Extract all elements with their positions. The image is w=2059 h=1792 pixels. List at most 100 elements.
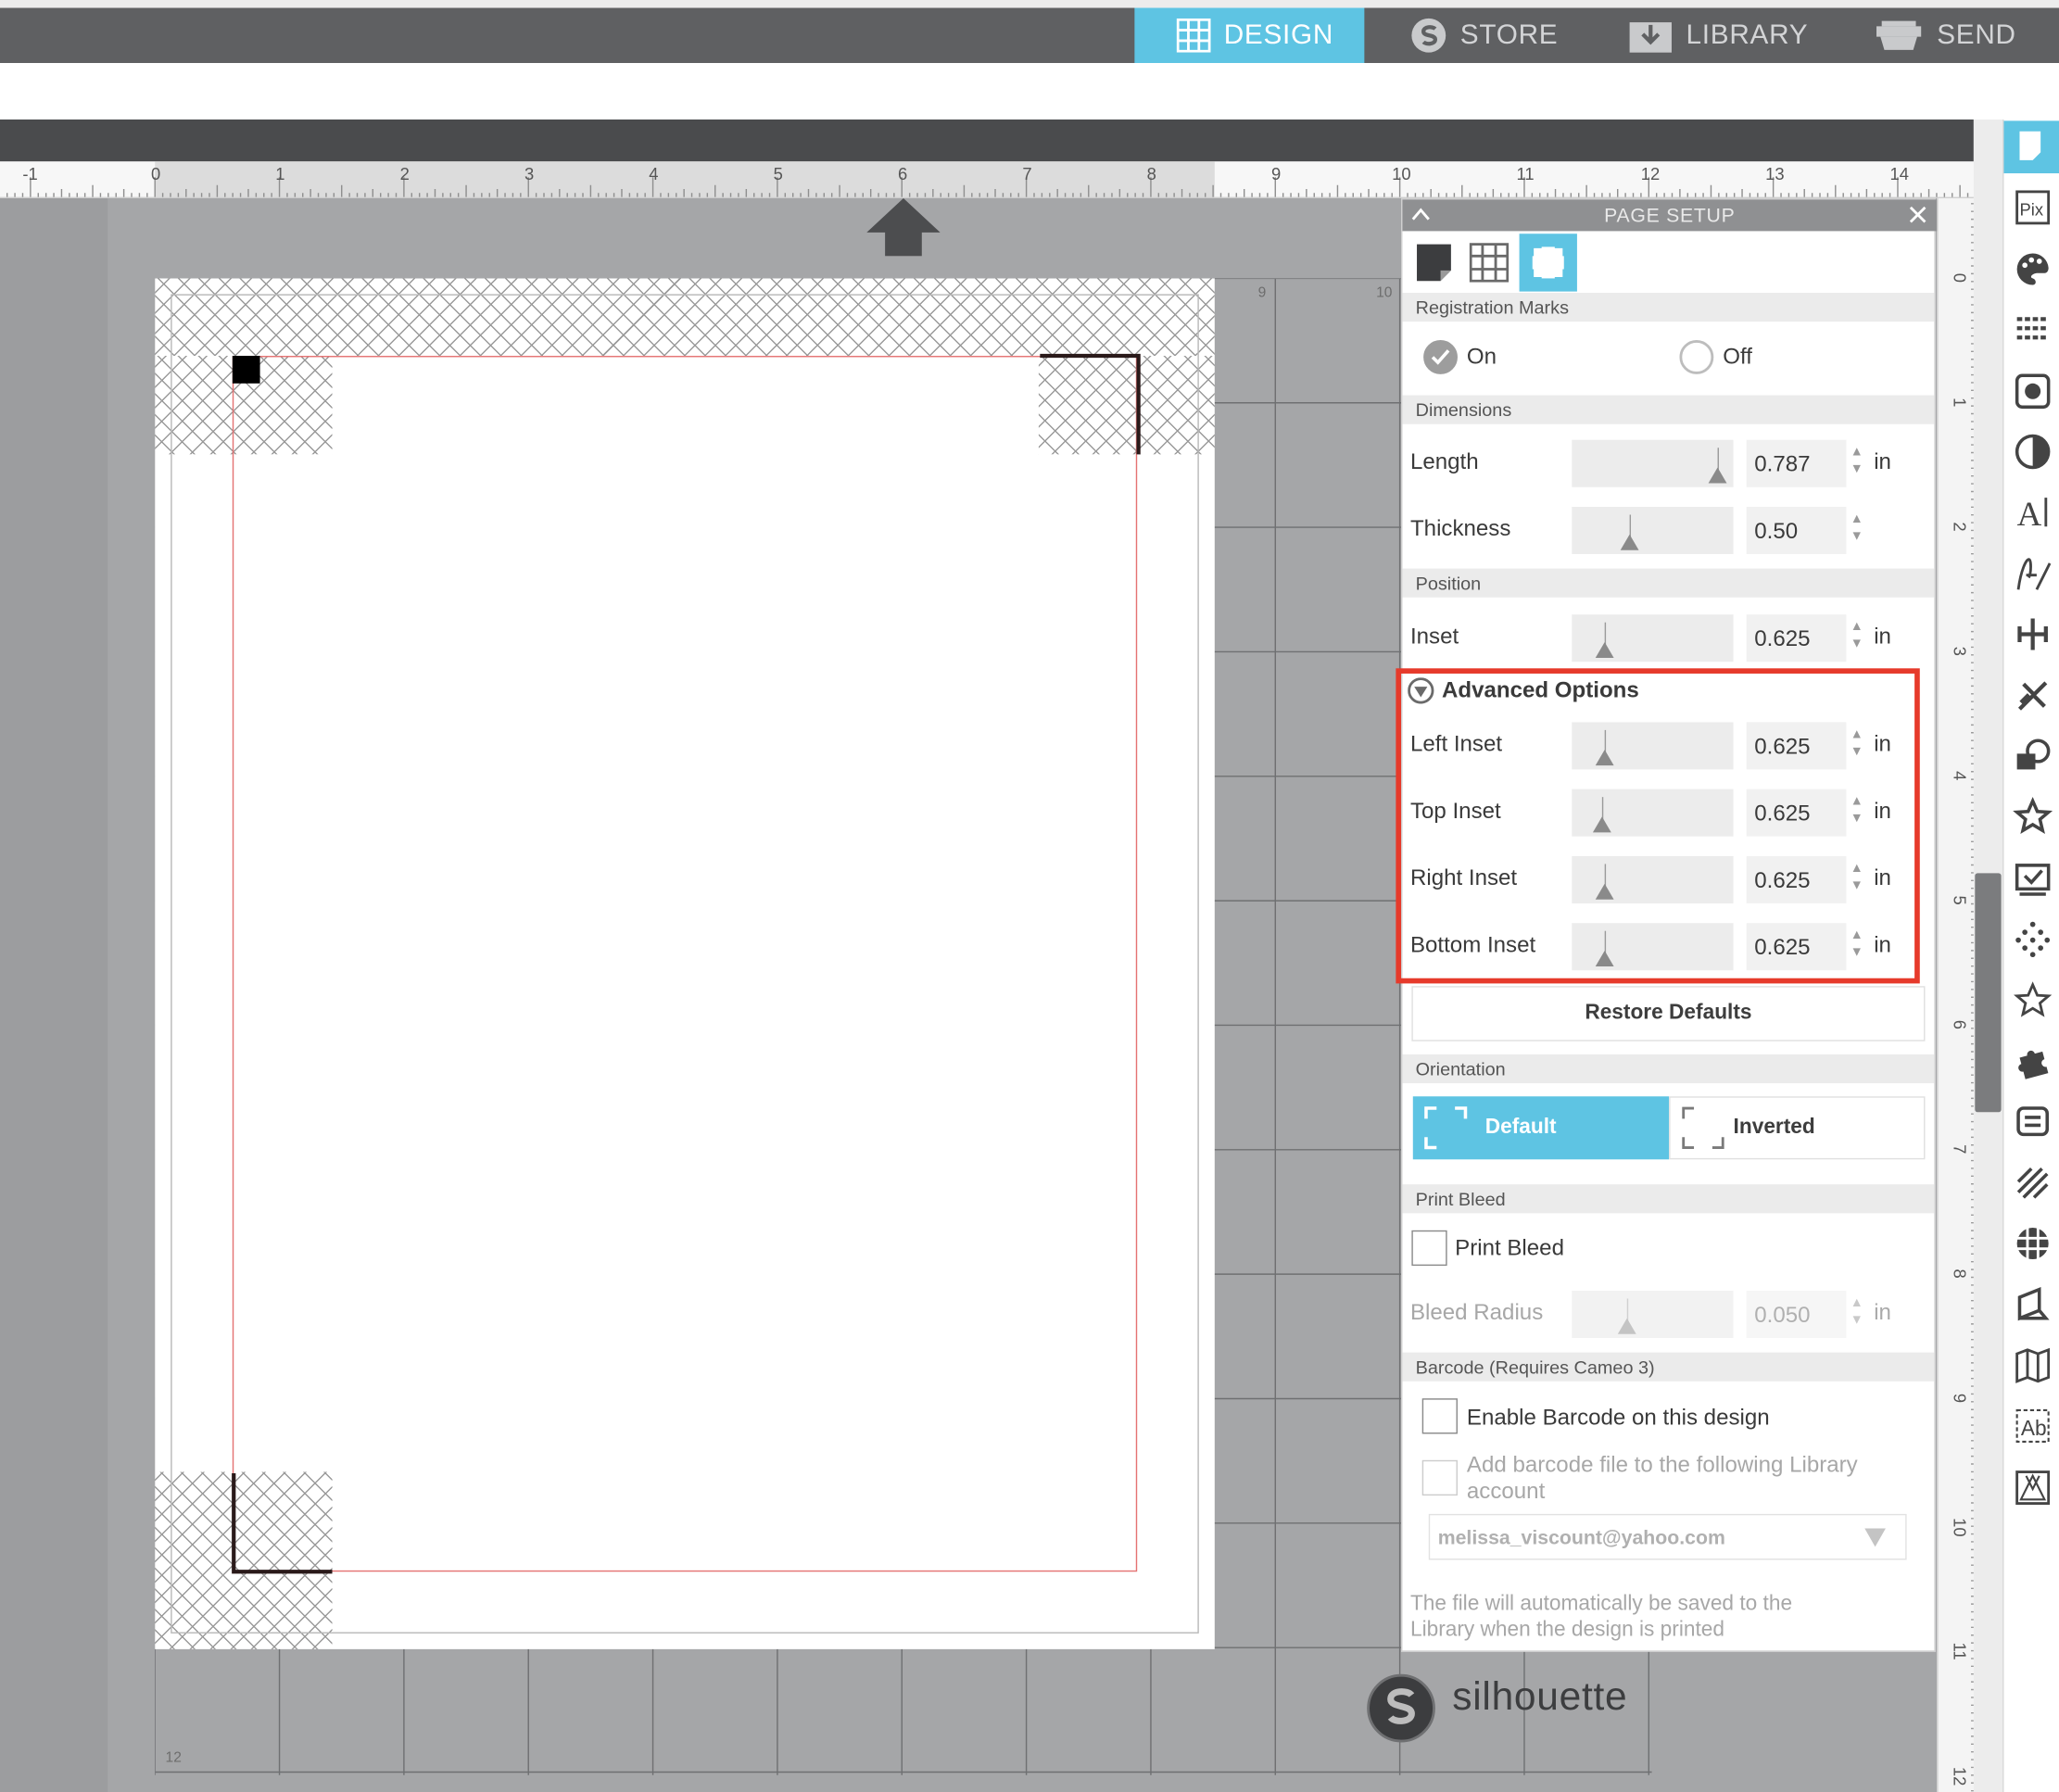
tab-store[interactable]: STORE (1410, 8, 1558, 64)
radio-on[interactable] (1423, 340, 1458, 374)
tab-registration-marks[interactable] (1519, 233, 1577, 292)
mat-label-9: 9 (1257, 284, 1267, 301)
length-unit: in (1874, 448, 1891, 474)
tab-label: STORE (1459, 19, 1559, 50)
tab-send[interactable]: SEND (1874, 8, 2016, 64)
length-stepper[interactable]: ▲ ▼ (1849, 444, 1864, 484)
section-position: Position (1402, 568, 1935, 598)
orientation-inverted-button[interactable]: Inverted (1669, 1096, 1926, 1160)
slider-thumb[interactable] (1595, 641, 1614, 658)
tool-page-fold[interactable] (2003, 1279, 2059, 1331)
tool-align[interactable] (2003, 608, 2059, 661)
library-download-icon (1629, 22, 1672, 53)
chevron-up-icon[interactable] (1410, 206, 1432, 221)
slider-thumb[interactable] (1617, 1318, 1636, 1334)
enable-barcode-checkbox[interactable] (1421, 1398, 1458, 1434)
tool-hatch-fill[interactable] (2003, 1156, 2059, 1209)
ruler-label: 10 (1951, 1518, 1970, 1536)
slider-thumb[interactable] (1708, 467, 1727, 484)
registration-corner-mark-bottom-left (232, 1472, 333, 1574)
tool-star-favorite[interactable] (2003, 791, 2059, 844)
ruler-label: 11 (1951, 1642, 1970, 1659)
tool-design-store[interactable] (2003, 852, 2059, 904)
add-barcode-file-label-line2: account (1466, 1478, 1546, 1504)
enable-barcode-label: Enable Barcode on this design (1466, 1405, 1770, 1431)
tab-library[interactable]: LIBRARY (1628, 8, 1808, 64)
bleed-radius-slider[interactable] (1572, 1290, 1734, 1339)
registration-marks-icon (1531, 245, 1566, 280)
bleed-radius-field[interactable]: 0.050 (1746, 1290, 1847, 1339)
barcode-note-line2: Library when the design is printed (1409, 1619, 1724, 1642)
tool-text-style[interactable]: A (2003, 486, 2059, 539)
tab-label: LIBRARY (1686, 19, 1809, 50)
bleed-radius-unit: in (1874, 1299, 1891, 1325)
map-icon (2015, 1347, 2050, 1383)
ruler-label: 9 (1271, 164, 1281, 183)
tool-text-box[interactable]: Ab (2003, 1400, 2059, 1453)
ruler-label: 13 (1765, 164, 1784, 183)
tool-points[interactable] (2003, 913, 2059, 965)
orientation-inverted-label: Inverted (1733, 1116, 1815, 1139)
tool-pattern-triangles[interactable] (2003, 1461, 2059, 1514)
cutter-machine-icon (1876, 20, 1922, 50)
close-icon[interactable] (1909, 206, 1926, 223)
thickness-stepper[interactable]: ▲ ▼ (1849, 511, 1864, 550)
tool-transform[interactable] (2003, 730, 2059, 783)
tool-map[interactable] (2003, 1339, 2059, 1392)
tool-fill-palette[interactable] (2003, 243, 2059, 296)
ruler-label: 12 (1641, 164, 1660, 183)
ruler-label: 11 (1516, 164, 1534, 183)
tool-contrast[interactable] (2003, 425, 2059, 478)
tool-puzzle-offset[interactable] (2003, 1035, 2059, 1088)
tool-image-trace[interactable] (2003, 364, 2059, 417)
orientation-default-icon (1424, 1106, 1468, 1150)
tab-design[interactable]: DESIGN (1134, 7, 1365, 64)
tool-line-style[interactable] (2003, 304, 2059, 357)
print-bleed-checkbox[interactable] (1411, 1230, 1447, 1267)
grid-icon (1469, 243, 1510, 283)
tool-pixscan[interactable]: Pix (2003, 182, 2059, 234)
horizontal-ruler-ticks: -1 0 1 2 3 4 5 6 7 8 9 10 11 12 13 14 (6, 161, 1969, 197)
ruler-label: 5 (774, 164, 783, 183)
orientation-default-button[interactable]: Default (1412, 1096, 1670, 1160)
tool-layers[interactable] (2003, 1095, 2059, 1148)
line-style-icon (2015, 317, 2048, 340)
top-navigation-bar: DESIGN STORE LIBRARY SEND (0, 7, 2059, 64)
add-barcode-file-checkbox[interactable] (1421, 1459, 1458, 1496)
bleed-radius-stepper[interactable]: ▲ ▼ (1849, 1294, 1864, 1334)
inset-field[interactable]: 0.625 (1746, 614, 1847, 663)
store-s-icon (1411, 18, 1446, 53)
thickness-label: Thickness (1409, 515, 1511, 541)
print-bleed-label: Print Bleed (1455, 1235, 1564, 1261)
restore-defaults-button[interactable]: Restore Defaults (1411, 986, 1926, 1041)
tool-replicate[interactable] (2003, 669, 2059, 722)
ruler-label: 3 (524, 164, 534, 183)
tool-page-setup[interactable] (2003, 120, 2059, 174)
tool-sketch-pen[interactable] (2003, 548, 2059, 600)
thickness-field[interactable]: 0.50 (1746, 506, 1847, 555)
length-slider[interactable] (1572, 439, 1734, 487)
inset-stepper[interactable]: ▲ ▼ (1849, 618, 1864, 658)
thickness-slider[interactable] (1572, 506, 1734, 555)
length-field[interactable]: 0.787 (1746, 439, 1847, 487)
radio-on-label: On (1466, 344, 1497, 370)
tool-shape-star[interactable] (2003, 974, 2059, 1027)
library-account-select[interactable]: melissa_viscount@yahoo.com (1428, 1513, 1907, 1560)
orientation-default-label: Default (1484, 1116, 1557, 1139)
tab-label: SEND (1937, 19, 2016, 50)
library-account-value: melissa_viscount@yahoo.com (1437, 1527, 1725, 1550)
tab-page[interactable] (1410, 233, 1458, 291)
tab-grid[interactable] (1463, 233, 1516, 291)
layers-icon (2015, 1106, 2049, 1137)
radio-off[interactable] (1679, 340, 1714, 374)
ruler-label: 6 (1951, 1020, 1970, 1029)
ruler-label: 12 (1951, 1767, 1970, 1786)
inset-slider[interactable] (1572, 614, 1734, 663)
ruler-label: -1 (22, 164, 37, 183)
tool-rhinestone[interactable] (2003, 1218, 2059, 1270)
scrollbar-thumb[interactable] (1975, 873, 2002, 1113)
slider-thumb[interactable] (1620, 534, 1639, 550)
mat-label-10: 10 (1376, 284, 1393, 301)
section-dimensions: Dimensions (1402, 395, 1935, 424)
ruler-label: 3 (1951, 647, 1970, 656)
